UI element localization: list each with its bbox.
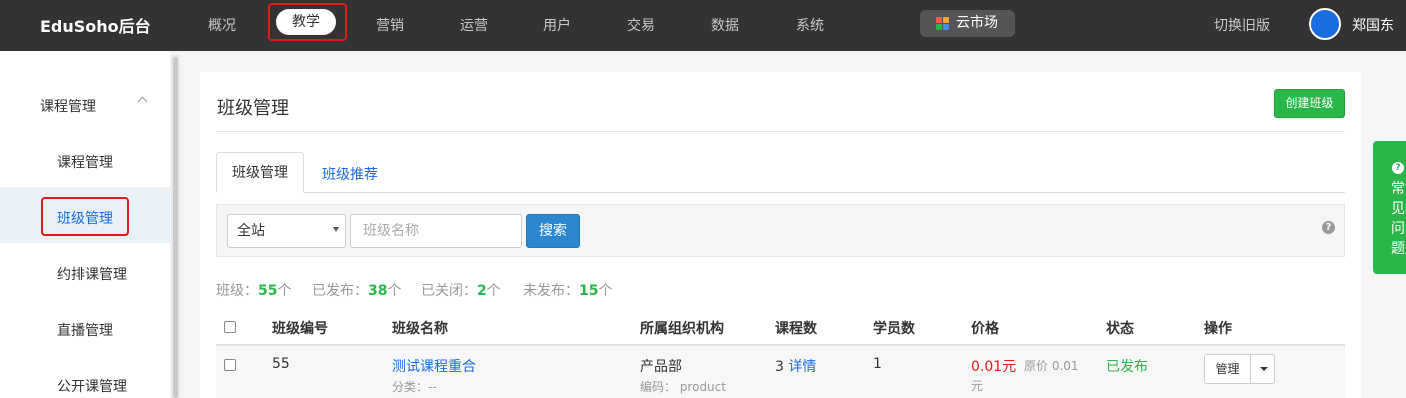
sidebar-item-course-management[interactable]: 课程管理	[57, 152, 113, 172]
brand-logo[interactable]: EduSoho后台	[40, 13, 151, 37]
column-header-org: 所属组织机构	[640, 321, 724, 337]
switch-old-version-link[interactable]: 切换旧版	[1214, 15, 1270, 35]
stat-published: 已发布：38个	[312, 283, 402, 299]
search-button[interactable]: 搜索	[526, 214, 580, 248]
faq-label: 常见问题	[1391, 181, 1405, 257]
sidebar-item-schedule-management[interactable]: 约排课管理	[57, 264, 127, 284]
row-status: 已发布	[1106, 359, 1148, 375]
nav-data[interactable]: 数据	[711, 15, 739, 35]
faq-side-tab[interactable]: ? 常见问题	[1373, 141, 1406, 274]
row-price: 0.01元	[971, 359, 1017, 375]
page-title: 班级管理	[217, 98, 289, 119]
stat-closed: 已关闭：2个	[421, 283, 501, 299]
column-header-price: 价格	[971, 321, 999, 337]
select-all-checkbox[interactable]	[224, 321, 236, 333]
question-icon: ?	[1392, 162, 1404, 174]
tab-class-recommend[interactable]: 班级推荐	[322, 164, 378, 184]
avatar[interactable]	[1309, 8, 1341, 40]
username[interactable]: 郑国东	[1352, 15, 1394, 35]
stat-classes: 班级：55个	[216, 283, 292, 299]
sidebar-scrollbar-thumb[interactable]	[173, 57, 178, 398]
class-name-search-input[interactable]	[350, 214, 522, 248]
row-student-count: 1	[873, 356, 882, 372]
row-original-price: 原价 0.01	[1024, 359, 1079, 373]
row-org: 产品部	[640, 359, 682, 375]
site-select[interactable]: 全站	[227, 214, 346, 248]
manage-button[interactable]: 管理	[1205, 355, 1251, 383]
row-checkbox[interactable]	[224, 359, 236, 371]
tab-class-management[interactable]: 班级管理	[216, 152, 304, 193]
nav-teaching[interactable]: 教学	[276, 9, 336, 35]
column-header-actions: 操作	[1204, 321, 1232, 337]
help-icon[interactable]: ?	[1322, 221, 1335, 234]
row-class-name-link[interactable]: 测试课程重合	[392, 356, 476, 376]
column-header-name: 班级名称	[392, 321, 448, 337]
column-header-status: 状态	[1106, 321, 1134, 337]
manage-button-group: 管理	[1204, 354, 1275, 384]
tabs-divider	[216, 192, 1345, 193]
nav-users[interactable]: 用户	[543, 15, 571, 35]
row-org-code: 编码： product	[640, 380, 726, 394]
title-divider	[216, 131, 1345, 132]
caret-down-icon[interactable]	[1260, 367, 1268, 371]
top-nav-bar: EduSoho后台 概况 教学 营销 运营 用户 交易 数据 系统 云市场 切换…	[0, 0, 1406, 51]
row-course-count: 3 详情	[775, 359, 817, 375]
nav-marketing[interactable]: 营销	[376, 15, 404, 35]
sidebar-item-open-course-management[interactable]: 公开课管理	[57, 376, 127, 396]
apps-grid-icon	[936, 17, 949, 30]
column-header-student-count: 学员数	[873, 321, 915, 337]
row-category: 分类：--	[392, 380, 437, 394]
course-detail-link[interactable]: 详情	[788, 359, 816, 375]
sidebar-group-course-management[interactable]: 课程管理	[40, 96, 96, 116]
nav-trades[interactable]: 交易	[627, 15, 655, 35]
nav-operations[interactable]: 运营	[460, 15, 488, 35]
cloud-market-label: 云市场	[956, 15, 998, 31]
dropdown-arrow-icon	[333, 227, 339, 232]
column-header-course-count: 课程数	[775, 321, 817, 337]
row-original-price-unit: 元	[971, 379, 984, 393]
row-class-id: 55	[272, 356, 290, 372]
sidebar-item-live-management[interactable]: 直播管理	[57, 320, 113, 340]
stat-unpublished: 未发布：15个	[523, 283, 613, 299]
sidebar-active-highlight	[41, 197, 129, 236]
nav-overview[interactable]: 概况	[208, 15, 236, 35]
create-class-button[interactable]: 创建班级	[1274, 89, 1345, 118]
cloud-market-button[interactable]: 云市场	[920, 10, 1015, 37]
column-header-id: 班级编号	[272, 321, 328, 337]
nav-system[interactable]: 系统	[796, 15, 824, 35]
